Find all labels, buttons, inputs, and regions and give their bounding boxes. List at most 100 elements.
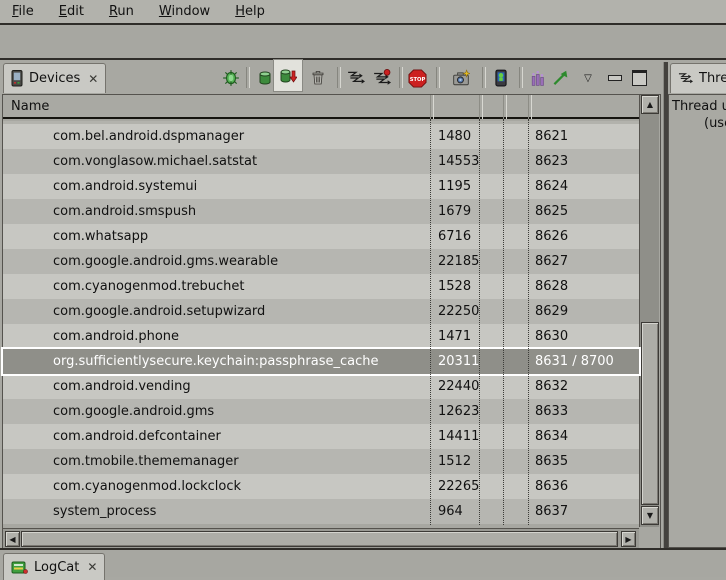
scroll-down-button[interactable]: ▼ <box>641 506 659 525</box>
scroll-left-icon: ◀ <box>9 535 15 544</box>
client-pid: 22185 <box>438 249 479 274</box>
client-pid: 14411 <box>438 424 479 449</box>
green-arrow-icon <box>551 69 569 87</box>
client-port: 8637 <box>535 499 568 524</box>
tab-devices-close-icon[interactable]: ✕ <box>88 72 98 86</box>
threads-message-line1: Thread updates not enabled for selected … <box>672 98 726 115</box>
client-name: com.cyanogenmod.lockclock <box>53 474 430 499</box>
table-row[interactable]: com.android.defcontainer 14411 8634 <box>3 424 639 449</box>
toolbar-separator <box>246 67 250 88</box>
table-row[interactable]: com.android.smspush 1679 8625 <box>3 199 639 224</box>
table-row[interactable]: com.android.phone 1471 8630 <box>3 324 639 349</box>
table-row[interactable]: com.cyanogenmod.trebuchet 1528 8628 <box>3 274 639 299</box>
scroll-right-button[interactable]: ▶ <box>621 531 636 547</box>
vertical-scroll-thumb[interactable] <box>641 322 659 505</box>
client-pid: 22250 <box>438 299 479 324</box>
toolbar-separator <box>482 67 486 88</box>
client-name: system_process <box>53 499 430 524</box>
dump-hprof-button[interactable] <box>273 59 303 92</box>
table-row[interactable]: com.google.android.gms 12623 8633 <box>3 399 639 424</box>
client-pid: 1480 <box>438 124 471 149</box>
devices-table: Name com.bel.android.dspmanager 1480 862… <box>2 94 661 550</box>
ui-hierarchy-button[interactable] <box>526 67 548 89</box>
client-port: 8632 <box>535 374 568 399</box>
vertical-scrollbar[interactable]: ▲ ▼ <box>639 95 659 527</box>
device-view-button[interactable] <box>490 67 512 89</box>
client-pid: 6716 <box>438 224 471 249</box>
update-threads-button[interactable] <box>345 67 367 89</box>
client-port: 8623 <box>535 149 568 174</box>
tab-threads[interactable]: Threads <box>670 63 726 93</box>
debug-bug-icon <box>222 69 240 87</box>
table-row[interactable]: system_process 964 8637 <box>3 499 639 524</box>
menu-run[interactable]: Run <box>99 2 144 21</box>
columns-icon <box>529 70 546 87</box>
stop-process-button[interactable]: STOP <box>406 67 428 89</box>
maximize-icon <box>632 70 647 86</box>
table-row[interactable]: com.cyanogenmod.lockclock 22265 8636 <box>3 474 639 499</box>
client-port: 8626 <box>535 224 568 249</box>
column-gridline <box>503 119 504 525</box>
ddms-window: { "menu": { "items": [ {"label": "File"}… <box>0 0 726 577</box>
client-name: com.bel.android.dspmanager <box>53 124 430 149</box>
main-toolbar-strip <box>0 27 726 60</box>
client-port: 8631 / 8700 <box>535 349 614 374</box>
client-pid: 1528 <box>438 274 471 299</box>
threads-panel: Threads Thread updates not enabled for s… <box>667 62 726 550</box>
tab-devices[interactable]: Devices ✕ <box>3 63 106 93</box>
dump-hprof-icon <box>279 67 297 85</box>
scroll-left-button[interactable]: ◀ <box>5 531 20 547</box>
table-row[interactable]: com.google.android.setupwizard 22250 862… <box>3 299 639 324</box>
threads-icon <box>347 69 365 87</box>
menu-window[interactable]: Window <box>149 2 220 21</box>
cause-gc-button[interactable] <box>307 67 329 89</box>
client-name: com.google.android.setupwizard <box>53 299 430 324</box>
scroll-up-button[interactable]: ▲ <box>641 95 659 114</box>
table-row[interactable]: com.vonglasow.michael.satstat 14553 8623 <box>3 149 639 174</box>
minimize-view-button[interactable] <box>604 67 626 89</box>
client-name: org.sufficientlysecure.keychain:passphra… <box>53 349 430 374</box>
method-profiling-icon <box>373 69 391 87</box>
table-row[interactable]: org.sufficientlysecure.keychain:passphra… <box>3 349 639 374</box>
screen-capture-button[interactable] <box>450 67 472 89</box>
method-profiling-button[interactable] <box>371 67 393 89</box>
horizontal-scroll-thumb[interactable] <box>21 531 618 547</box>
maximize-view-button[interactable] <box>628 67 650 89</box>
debug-process-button[interactable] <box>220 67 242 89</box>
client-name: com.android.systemui <box>53 174 430 199</box>
client-pid: 1679 <box>438 199 471 224</box>
view-menu-button[interactable]: ▽ <box>580 67 596 89</box>
table-row[interactable]: com.android.vending 22440 8632 <box>3 374 639 399</box>
menu-help[interactable]: Help <box>225 2 275 21</box>
table-row[interactable]: com.bel.android.dspmanager 1480 8621 <box>3 124 639 149</box>
table-row[interactable]: com.google.android.gms.wearable 22185 86… <box>3 249 639 274</box>
trash-icon <box>310 70 326 86</box>
table-row[interactable]: com.whatsapp 6716 8626 <box>3 224 639 249</box>
column-divider[interactable] <box>479 95 483 119</box>
column-gridline <box>479 119 480 525</box>
horizontal-scrollbar[interactable]: ◀ ▶ <box>3 528 639 548</box>
svg-text:STOP: STOP <box>409 76 425 82</box>
client-pid: 20311 <box>438 349 479 374</box>
column-header-name[interactable]: Name <box>11 99 49 114</box>
tab-logcat-close-icon[interactable]: ✕ <box>87 560 97 574</box>
tab-logcat[interactable]: LogCat ✕ <box>3 553 105 580</box>
client-name: com.android.defcontainer <box>53 424 430 449</box>
table-header-row: Name <box>3 95 639 119</box>
table-row[interactable]: com.android.systemui 1195 8624 <box>3 174 639 199</box>
camera-icon <box>452 69 470 87</box>
menu-file[interactable]: File <box>2 2 44 21</box>
client-port: 8627 <box>535 249 568 274</box>
client-port: 8633 <box>535 399 568 424</box>
devices-panel: Devices ✕ <box>0 62 663 550</box>
column-divider[interactable] <box>503 95 507 119</box>
column-gridline <box>528 119 529 525</box>
column-divider[interactable] <box>430 95 434 119</box>
table-row[interactable]: com.tmobile.thememanager 1512 8635 <box>3 449 639 474</box>
column-divider[interactable] <box>528 95 532 119</box>
device-phone-icon <box>11 70 23 87</box>
sysinfo-button[interactable] <box>549 67 571 89</box>
stop-sign-icon: STOP <box>408 69 427 88</box>
client-port: 8629 <box>535 299 568 324</box>
menu-edit[interactable]: Edit <box>49 2 94 21</box>
